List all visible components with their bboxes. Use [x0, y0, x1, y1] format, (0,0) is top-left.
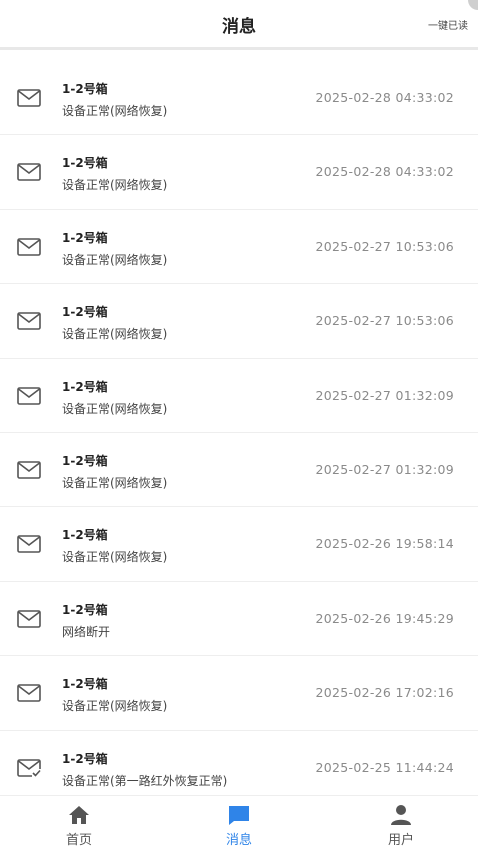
message-row[interactable]: 1-2号箱设备正常(网络恢复) 2025-02-27 01:32:09 [0, 433, 478, 508]
tab-home[interactable]: 首页 [34, 796, 124, 851]
mail-icon [17, 312, 41, 330]
message-row[interactable]: 1-2号箱设备正常(网络恢复) 2025-02-26 19:58:14 [0, 507, 478, 582]
message-timestamp: 2025-02-27 01:32:09 [315, 387, 454, 403]
message-device-name: 1-2号箱 [62, 305, 108, 320]
tab-label: 用户 [387, 833, 414, 848]
message-device-name: 1-2号箱 [62, 156, 108, 171]
message-row[interactable]: 1-2号箱设备正常(第一路红外恢复正常) 2025-02-25 11:44:24 [0, 731, 478, 805]
message-description: 设备正常(网络恢复) [62, 550, 168, 565]
message-list: 1-2号箱 设备正常(网络恢复) 2025-02-28 04:33:02 1-2号箱设… [0, 61, 478, 805]
message-row[interactable]: 1-2号箱设备正常(网络恢复) 2025-02-27 01:32:09 [0, 359, 478, 433]
message-device-name: 1-2号箱 [62, 677, 108, 692]
message-timestamp: 2025-02-26 19:58:14 [315, 536, 454, 552]
mail-icon [17, 163, 41, 182]
mail-icon [17, 684, 41, 702]
message-description: 设备正常(网络恢复) [62, 104, 168, 118]
message-timestamp: 2025-02-26 17:02:16 [315, 685, 454, 701]
mail-icon [17, 461, 41, 479]
message-timestamp: 2025-02-27 01:32:09 [315, 461, 454, 477]
mail-icon [17, 89, 41, 107]
message-timestamp: 2025-02-28 04:33:02 [315, 90, 454, 105]
message-description: 设备正常(网络恢复) [62, 475, 168, 490]
mail-icon [17, 386, 41, 405]
home-icon [67, 803, 91, 827]
message-description: 设备正常(网络恢复) [62, 699, 168, 714]
message-description: 设备正常(第一路红外恢复正常) [62, 773, 228, 788]
tab-user[interactable]: 用户 [356, 796, 446, 851]
corner-decoration [468, 0, 478, 10]
message-device-name: 1-2号箱 [62, 453, 108, 468]
message-device-name: 1-2号箱 [62, 230, 108, 245]
message-device-name: 1-2号箱 [62, 379, 108, 394]
message-timestamp: 2025-02-27 10:53:06 [315, 238, 454, 254]
message-description: 设备正常(网络恢复) [62, 252, 168, 267]
mark-all-read-button[interactable]: 一键已读 [428, 17, 468, 32]
page-title: 消息 [222, 17, 256, 37]
message-device-name: 1-2号箱 [62, 528, 108, 543]
tab-messages[interactable]: 消息 [194, 796, 284, 851]
message-timestamp: 2025-02-26 19:45:29 [315, 610, 454, 626]
message-icon [227, 803, 251, 827]
message-row[interactable]: 1-2号箱网络断开 2025-02-26 19:45:29 [0, 582, 478, 657]
mail-icon [17, 609, 41, 628]
message-description: 设备正常(网络恢复) [62, 327, 168, 342]
message-row[interactable]: 1-2号箱设备正常(网络恢复) 2025-02-27 10:53:06 [0, 210, 478, 285]
message-description: 设备正常(网络恢复) [62, 178, 168, 193]
header-bar: 消息 一键已读 [0, 0, 478, 50]
mail-icon [17, 535, 41, 554]
message-device-name: 1-2号箱 [62, 602, 108, 617]
tab-label: 消息 [225, 833, 252, 848]
bottom-tab-bar: 首页 消息 用户 [0, 795, 478, 851]
tab-label: 首页 [65, 833, 92, 848]
user-icon [389, 803, 413, 827]
mail-read-icon [17, 758, 41, 777]
message-timestamp: 2025-02-28 04:33:02 [315, 164, 454, 180]
message-row[interactable]: 1-2号箱设备正常(网络恢复) 2025-02-27 10:53:06 [0, 284, 478, 359]
message-timestamp: 2025-02-25 11:44:24 [315, 759, 454, 775]
message-description: 设备正常(网络恢复) [62, 401, 168, 416]
message-timestamp: 2025-02-27 10:53:06 [315, 313, 454, 329]
mail-icon [17, 237, 41, 256]
message-row[interactable]: 1-2号箱设备正常(网络恢复) 2025-02-28 04:33:02 [0, 135, 478, 210]
message-device-name: 1-2号箱 [62, 751, 108, 766]
message-device-name: 1-2号箱 [62, 82, 108, 96]
message-row[interactable]: 1-2号箱设备正常(网络恢复) 2025-02-28 04:33:02 [0, 61, 478, 136]
message-row[interactable]: 1-2号箱设备正常(网络恢复) 2025-02-26 17:02:16 [0, 656, 478, 731]
message-description: 网络断开 [62, 624, 111, 639]
